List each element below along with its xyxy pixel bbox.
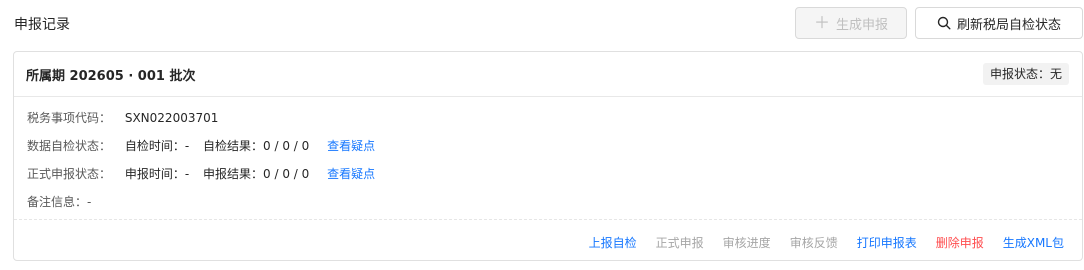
plus-icon: ＋ xyxy=(813,13,830,32)
generate-report-label: 生成申报 xyxy=(836,17,889,33)
tax-code-row: 税务事项代码： SXN022003701 xyxy=(27,109,218,126)
upload-selfcheck-link[interactable]: 上报自检 xyxy=(589,234,637,251)
record-card-header: 所属期 202605 · 001 批次 申报状态：无 xyxy=(14,52,1082,97)
generate-xml-link[interactable]: 生成XML包 xyxy=(1003,234,1064,251)
generate-report-button[interactable]: ＋ 生成申报 xyxy=(795,7,907,39)
formal-time: 申报时间：- xyxy=(124,167,190,181)
review-progress-link[interactable]: 审核进度 xyxy=(723,234,771,251)
formal-submit-link[interactable]: 正式申报 xyxy=(656,234,704,251)
formal-result: 申报结果：0 / 0 / 0 xyxy=(203,167,310,181)
page-title: 申报记录 xyxy=(14,17,70,33)
status-badge: 申报状态：无 xyxy=(982,63,1069,85)
record-actions-bar: 上报自检 正式申报 审核进度 审核反馈 打印申报表 删除申报 生成XML包 xyxy=(14,219,1082,262)
tax-code-value: SXN022003701 xyxy=(124,111,219,125)
selfcheck-result: 自检结果：0 / 0 / 0 xyxy=(203,139,310,153)
selfcheck-label: 数据自检状态： xyxy=(27,139,112,153)
selfcheck-row: 数据自检状态： 自检时间：- 自检结果：0 / 0 / 0 查看疑点 xyxy=(27,137,375,154)
refresh-status-button[interactable]: 刷新税局自检状态 xyxy=(915,7,1083,39)
delete-report-link[interactable]: 删除申报 xyxy=(936,234,984,251)
search-icon xyxy=(937,16,951,30)
remark-row: 备注信息：- xyxy=(27,193,91,210)
review-feedback-link[interactable]: 审核反馈 xyxy=(790,234,838,251)
tax-code-label: 税务事项代码： xyxy=(27,111,112,125)
record-card: 所属期 202605 · 001 批次 申报状态：无 税务事项代码： SXN02… xyxy=(13,51,1083,261)
selfcheck-view-doubts-link[interactable]: 查看疑点 xyxy=(327,139,375,153)
formal-label: 正式申报状态： xyxy=(27,167,112,181)
selfcheck-time: 自检时间：- xyxy=(124,139,190,153)
formal-view-doubts-link[interactable]: 查看疑点 xyxy=(327,167,375,181)
formal-row: 正式申报状态： 申报时间：- 申报结果：0 / 0 / 0 查看疑点 xyxy=(27,165,375,182)
remark-text: 备注信息：- xyxy=(27,195,92,209)
refresh-status-label: 刷新税局自检状态 xyxy=(956,17,1061,33)
print-report-link[interactable]: 打印申报表 xyxy=(857,234,917,251)
record-title: 所属期 202605 · 001 批次 xyxy=(26,69,196,84)
